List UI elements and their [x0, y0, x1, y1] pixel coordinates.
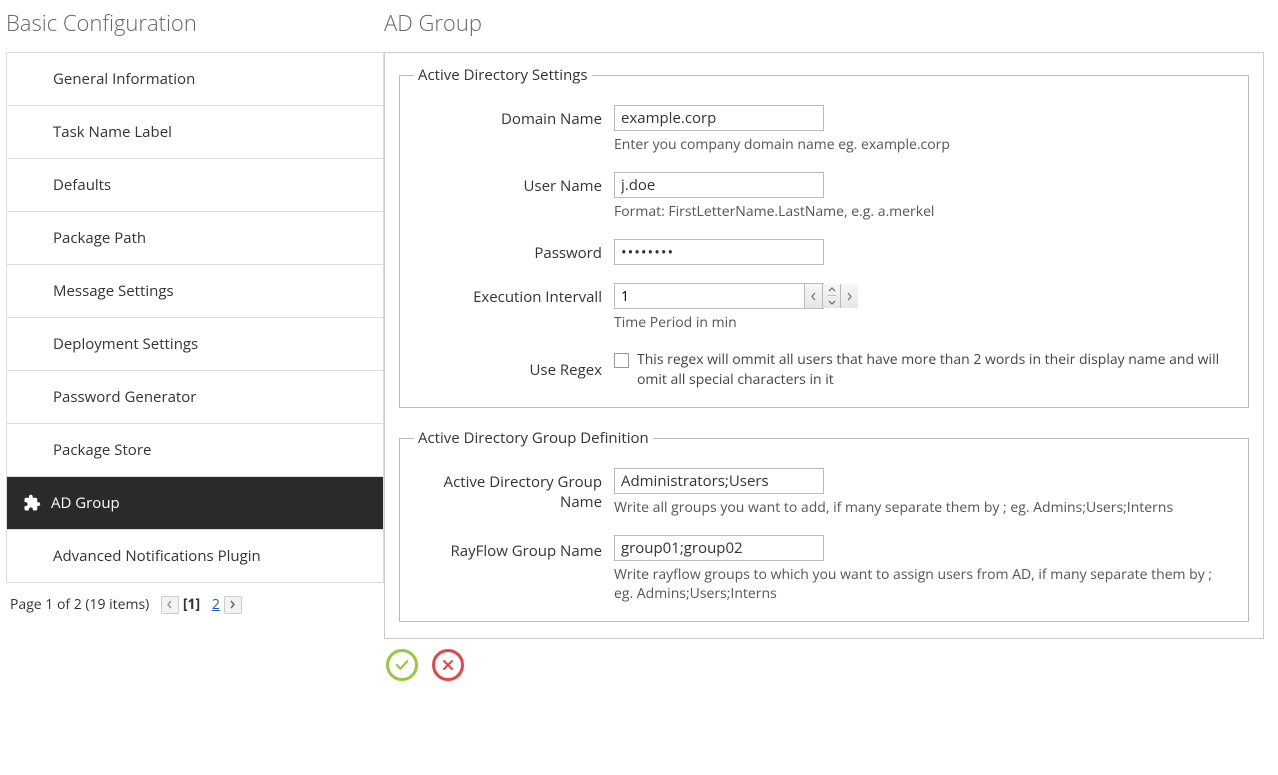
- checkbox-use-regex[interactable]: [614, 353, 629, 368]
- sidebar-item-deployment-settings[interactable]: Deployment Settings: [7, 318, 383, 371]
- sidebar-item-label: AD Group: [51, 493, 120, 513]
- sidebar-item-label: Password Generator: [53, 387, 196, 407]
- hint-user-name: Format: FirstLetterName.LastName, e.g. a…: [614, 202, 1234, 221]
- execution-interval-spinner: [614, 283, 824, 309]
- pagination-page-2[interactable]: 2: [212, 595, 220, 614]
- sidebar-item-task-name-label[interactable]: Task Name Label: [7, 106, 383, 159]
- cancel-button[interactable]: [432, 649, 464, 681]
- sidebar-item-label: Package Store: [53, 440, 151, 460]
- spinner-decrement[interactable]: [828, 296, 836, 308]
- pagination-text: Page 1 of 2 (19 items): [10, 595, 149, 614]
- hint-rayflow-group-name: Write rayflow groups to which you want t…: [614, 565, 1234, 603]
- fieldset-ad-group-definition: Active Directory Group Definition Active…: [399, 428, 1249, 622]
- sidebar-item-general-information[interactable]: General Information: [7, 53, 383, 106]
- sidebar-item-package-path[interactable]: Package Path: [7, 212, 383, 265]
- label-rayflow-group-name: RayFlow Group Name: [414, 535, 614, 561]
- sidebar-title: Basic Configuration: [6, 0, 384, 52]
- label-use-regex: Use Regex: [414, 350, 614, 380]
- fieldset-ad-settings: Active Directory Settings Domain Name En…: [399, 65, 1249, 408]
- pagination-prev-button[interactable]: [161, 596, 179, 614]
- sidebar-item-defaults[interactable]: Defaults: [7, 159, 383, 212]
- sidebar-item-label: Message Settings: [53, 281, 174, 301]
- sidebar-item-label: Deployment Settings: [53, 334, 198, 354]
- sidebar-item-label: Task Name Label: [53, 122, 172, 142]
- sidebar-item-package-store[interactable]: Package Store: [7, 424, 383, 477]
- spinner-increment[interactable]: [828, 284, 836, 296]
- sidebar-item-password-generator[interactable]: Password Generator: [7, 371, 383, 424]
- confirm-button[interactable]: [386, 649, 418, 681]
- hint-domain-name: Enter you company domain name eg. exampl…: [614, 135, 1234, 154]
- spinner-large-increment[interactable]: [840, 284, 858, 308]
- sidebar-item-label: Advanced Notifications Plugin: [53, 546, 261, 566]
- input-domain-name[interactable]: [614, 105, 824, 131]
- input-user-name[interactable]: [614, 172, 824, 198]
- input-password[interactable]: [614, 239, 824, 265]
- label-execution-interval: Execution Intervall: [414, 283, 614, 307]
- spinner-large-decrement[interactable]: [804, 284, 822, 308]
- checkbox-use-regex-label: This regex will ommit all users that hav…: [637, 350, 1234, 389]
- label-ad-group-name: Active Directory Group Name: [414, 468, 614, 512]
- input-execution-interval[interactable]: [615, 284, 804, 308]
- form-container: Active Directory Settings Domain Name En…: [384, 52, 1264, 639]
- input-rayflow-group-name[interactable]: [614, 535, 824, 561]
- hint-ad-group-name: Write all groups you want to add, if man…: [614, 498, 1234, 517]
- legend-ad-settings: Active Directory Settings: [414, 65, 592, 85]
- page-title: AD Group: [384, 0, 1264, 52]
- label-password: Password: [414, 239, 614, 263]
- sidebar-item-label: General Information: [53, 69, 195, 89]
- label-user-name: User Name: [414, 172, 614, 196]
- hint-execution-interval: Time Period in min: [614, 313, 1234, 332]
- spinner-step: [822, 284, 840, 308]
- legend-ad-group-definition: Active Directory Group Definition: [414, 428, 653, 448]
- sidebar-item-ad-group[interactable]: AD Group: [7, 477, 383, 530]
- input-ad-group-name[interactable]: [614, 468, 824, 494]
- sidebar-item-message-settings[interactable]: Message Settings: [7, 265, 383, 318]
- sidebar-item-label: Defaults: [53, 175, 111, 195]
- pagination: Page 1 of 2 (19 items) [1] 2: [6, 583, 384, 626]
- sidebar-item-advanced-notifications-plugin[interactable]: Advanced Notifications Plugin: [7, 530, 383, 583]
- sidebar-list: General Information Task Name Label Defa…: [6, 52, 384, 583]
- sidebar-item-label: Package Path: [53, 228, 146, 248]
- label-domain-name: Domain Name: [414, 105, 614, 129]
- pagination-current-page: [1]: [183, 595, 200, 614]
- puzzle-icon: [23, 494, 41, 512]
- pagination-next-button[interactable]: [224, 596, 242, 614]
